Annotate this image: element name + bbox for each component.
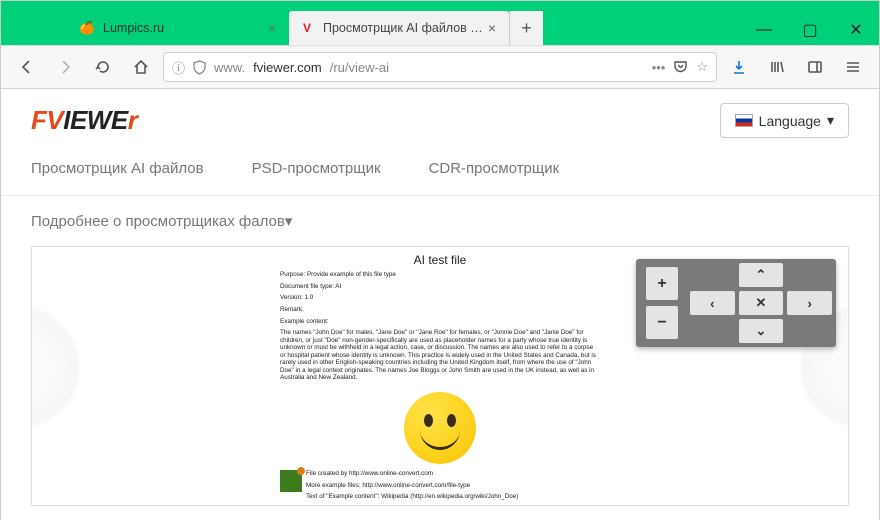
- tab-title: Lumpics.ru: [103, 21, 265, 35]
- site-info-icon[interactable]: ⓘ: [172, 58, 185, 77]
- pan-left-button[interactable]: ‹: [690, 291, 735, 315]
- doc-footer: File created by http://www.online-conver…: [280, 470, 600, 506]
- smiley-icon: [404, 392, 476, 464]
- doc-meta: Version: 1.0: [280, 294, 600, 302]
- window-titlebar: [1, 1, 879, 9]
- downloads-button[interactable]: [723, 52, 755, 82]
- zoom-out-button[interactable]: −: [646, 306, 678, 339]
- zoom-in-button[interactable]: +: [646, 267, 678, 300]
- window-close-button[interactable]: ✕: [833, 15, 879, 45]
- language-selector[interactable]: Language ▾: [720, 103, 849, 138]
- secondary-nav: Подробнее о просмотрщиках фалов▾: [1, 196, 879, 246]
- file-viewer[interactable]: AI test file Purpose: Provide example of…: [31, 246, 849, 506]
- tab-fviewer[interactable]: V Просмотрщик AI файлов -- О... ×: [289, 11, 509, 45]
- tab-title: Просмотрщик AI файлов -- О...: [323, 21, 485, 35]
- nav-psd-viewer[interactable]: PSD-просмотрщик: [252, 160, 381, 177]
- pan-up-button[interactable]: ⌃: [739, 263, 784, 287]
- library-button[interactable]: [761, 52, 793, 82]
- sidebar-button[interactable]: [799, 52, 831, 82]
- forward-button[interactable]: [49, 52, 81, 82]
- doc-title: AI test file: [280, 253, 600, 267]
- tab-close-icon[interactable]: ×: [485, 21, 499, 35]
- doc-meta: Example content:: [280, 318, 600, 326]
- cc-license-icon: [280, 470, 302, 492]
- pan-right-button[interactable]: ›: [787, 291, 832, 315]
- browser-toolbar: ⓘ www. fviewer.com/ru/view-ai ••• ☆: [1, 45, 879, 89]
- tracking-shield-icon[interactable]: [193, 60, 206, 75]
- nav-more-viewers[interactable]: Подробнее о просмотрщиках фалов▾: [31, 213, 292, 230]
- tab-strip: 🍊 Lumpics.ru × V Просмотрщик AI файлов -…: [1, 9, 879, 45]
- doc-meta: Purpose: Provide example of this file ty…: [280, 271, 600, 279]
- back-button[interactable]: [11, 52, 43, 82]
- tab-lumpics[interactable]: 🍊 Lumpics.ru ×: [69, 11, 289, 45]
- window-minimize-button[interactable]: —: [741, 15, 787, 45]
- tab-close-icon[interactable]: ×: [265, 21, 279, 35]
- home-button[interactable]: [125, 52, 157, 82]
- app-menu-button[interactable]: [837, 52, 869, 82]
- nav-cdr-viewer[interactable]: CDR-просмотрщик: [429, 160, 560, 177]
- reload-button[interactable]: [87, 52, 119, 82]
- bookmark-star-icon[interactable]: ☆: [696, 59, 708, 75]
- new-tab-button[interactable]: +: [509, 11, 543, 45]
- document-preview: AI test file Purpose: Provide example of…: [280, 253, 600, 506]
- pocket-icon[interactable]: [673, 60, 688, 74]
- language-label: Language: [759, 113, 821, 129]
- url-prefix: www.: [214, 60, 245, 75]
- doc-meta: Remark:: [280, 306, 600, 314]
- favicon-lumpics: 🍊: [79, 20, 95, 36]
- chevron-down-icon: ▾: [827, 112, 834, 129]
- page-actions-icon[interactable]: •••: [652, 60, 666, 75]
- url-path: /ru/view-ai: [330, 60, 389, 75]
- window-maximize-button[interactable]: ▢: [787, 15, 833, 45]
- doc-body: The names "John Doe" for males, "Jane Do…: [280, 329, 600, 382]
- flag-ru-icon: [735, 114, 753, 127]
- primary-nav: Просмотрщик AI файлов PSD-просмотрщик CD…: [1, 144, 879, 196]
- reset-view-button[interactable]: ✕: [739, 291, 784, 315]
- site-header: FVIEWEr Language ▾: [1, 89, 879, 144]
- pan-zoom-controls: + − ⌃ ‹ ✕ › ⌄: [636, 259, 836, 347]
- fviewer-logo[interactable]: FVIEWEr: [31, 105, 137, 136]
- url-host: fviewer.com: [253, 60, 322, 75]
- nav-ai-viewer[interactable]: Просмотрщик AI файлов: [31, 160, 204, 177]
- favicon-fviewer: V: [299, 20, 315, 36]
- chevron-down-icon: ▾: [285, 213, 293, 230]
- doc-meta: Document file type: AI: [280, 283, 600, 291]
- pan-down-button[interactable]: ⌄: [739, 319, 784, 343]
- address-bar[interactable]: ⓘ www. fviewer.com/ru/view-ai ••• ☆: [163, 52, 717, 82]
- page-content: FVIEWEr Language ▾ Просмотрщик AI файлов…: [1, 89, 879, 521]
